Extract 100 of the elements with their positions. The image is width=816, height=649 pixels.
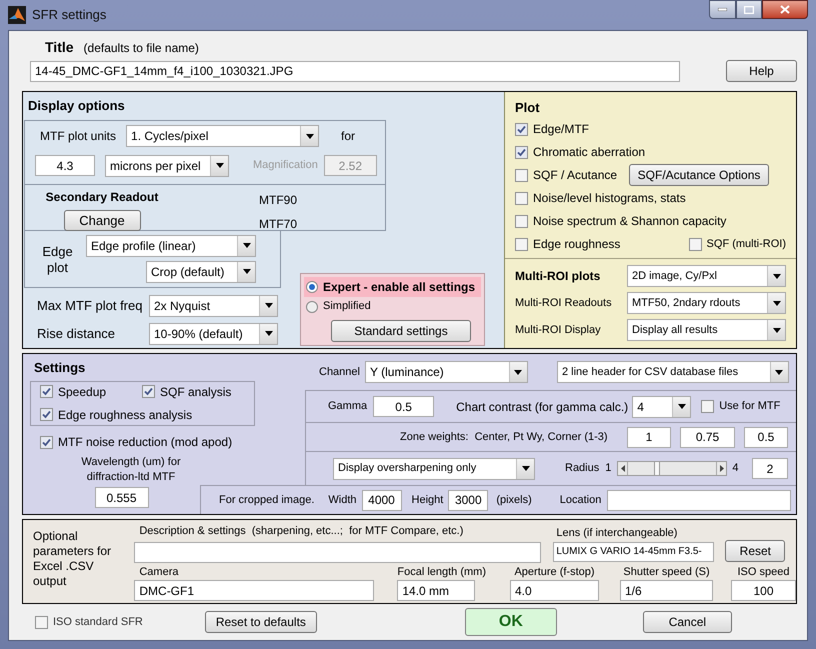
change-button[interactable]: Change [64, 210, 140, 231]
checkbox[interactable] [40, 385, 53, 398]
field-label: Gamma [328, 399, 368, 414]
dropdown[interactable]: 2D image, Cy/Pxl [627, 265, 786, 287]
lens-field[interactable]: LUMIX G VARIO 14-45mm F3.5- [553, 542, 714, 562]
checkbox[interactable] [40, 436, 53, 448]
caret-icon [216, 163, 224, 168]
text-field[interactable]: 100 [731, 580, 796, 601]
dropdown[interactable]: Edge profile (linear) [86, 234, 256, 256]
caret-icon [522, 466, 530, 471]
help-button[interactable]: Help [726, 60, 797, 82]
checkbox-label: SQF / Acutance [533, 167, 618, 184]
dropdown[interactable]: MTF50, 2ndary rdouts [627, 292, 786, 314]
check-icon [144, 387, 153, 396]
field-label: Focal length (mm) [397, 564, 486, 580]
optional-label: Optional parameters for Excel .CSV output [33, 529, 112, 590]
caret-icon [264, 303, 272, 308]
reset-defaults-button[interactable]: Reset to defaults [204, 611, 317, 633]
sqf-options-button[interactable]: SQF/Acutance Options [629, 164, 770, 186]
caret-icon [772, 328, 780, 332]
text-field[interactable]: DMC-GF1 [134, 580, 374, 601]
caret-icon [306, 134, 314, 138]
cancel-button[interactable]: Cancel [642, 611, 732, 633]
radius-field[interactable]: 2 [752, 458, 788, 479]
dropdown[interactable]: Display all results [627, 319, 786, 341]
pixel-size-field[interactable]: 4.3 [35, 155, 95, 176]
wavelength-label: Wavelength (um) for diffraction-ltd MTF [80, 455, 182, 485]
close-button[interactable] [762, 0, 808, 19]
checkbox[interactable] [35, 616, 48, 628]
wavelength-field[interactable]: 0.555 [94, 487, 148, 508]
field-label: ISO speed [736, 564, 790, 580]
dropdown[interactable]: Y (luminance) [364, 361, 528, 383]
zone-weight-field[interactable]: 0.75 [680, 426, 735, 448]
window-title: SFR settings [32, 6, 106, 24]
crop-height-field[interactable]: 3000 [448, 490, 488, 510]
minimize-button[interactable] [709, 0, 736, 19]
ok-button[interactable]: OK [464, 608, 557, 636]
dropdown[interactable]: Crop (default) [146, 260, 256, 282]
crop-width-field[interactable]: 4000 [362, 490, 402, 510]
checkbox[interactable] [701, 400, 714, 413]
radio-button[interactable] [306, 300, 318, 312]
slider-max-label: 4 [732, 461, 738, 476]
title-hint: (defaults to file name) [84, 40, 199, 57]
dropdown[interactable]: 2x Nyquist [149, 294, 278, 316]
close-icon [780, 5, 790, 14]
standard-settings-button[interactable]: Standard settings [331, 320, 471, 342]
check-icon [517, 124, 526, 134]
checkbox[interactable] [515, 238, 528, 250]
maximize-button[interactable] [736, 0, 762, 19]
field-label: for [341, 128, 356, 145]
field-label: Max MTF plot freq [37, 296, 144, 315]
gamma-field[interactable]: 0.5 [373, 396, 434, 417]
checkbox[interactable] [515, 146, 528, 158]
checkbox[interactable] [688, 238, 702, 250]
zone-weight-field[interactable]: 1 [627, 426, 671, 448]
checkbox-label: Chromatic aberration [533, 144, 646, 161]
check-icon [517, 148, 526, 156]
reset-button[interactable]: Reset [725, 540, 786, 562]
section-heading: Display options [28, 97, 126, 115]
checkbox[interactable] [515, 214, 528, 228]
text-field[interactable]: 1/6 [620, 580, 713, 601]
dropdown[interactable]: Display oversharpening only [333, 458, 535, 480]
section-heading: Plot [515, 99, 541, 117]
text-field[interactable]: 4.0 [510, 580, 599, 601]
readout-value: MTF70 [259, 216, 298, 232]
slider-min-label: 1 [605, 461, 612, 476]
caret-icon [678, 404, 686, 409]
left-arrow-icon [620, 465, 625, 472]
checkbox-label: Noise spectrum & Shannon capacity [533, 213, 726, 230]
checkbox-label: SQF (multi-ROI) [706, 236, 786, 252]
field-label: Channel [319, 364, 360, 380]
field-label: MTF plot units [40, 128, 116, 145]
description-field[interactable] [134, 542, 542, 562]
radio-button[interactable] [306, 280, 318, 292]
slider-thumb[interactable] [654, 462, 660, 475]
checkbox[interactable] [515, 122, 528, 136]
dropdown[interactable]: 2 line header for CSV database files [556, 361, 789, 383]
dropdown[interactable]: 1. Cycles/pixel [126, 125, 320, 147]
radius-slider[interactable] [617, 461, 728, 476]
checkbox[interactable] [142, 385, 155, 398]
field-label: For cropped image. [219, 492, 314, 508]
checkbox-label: MTF noise reduction (mod apod) [58, 434, 232, 451]
caret-icon [242, 243, 250, 248]
field-label: Camera [139, 564, 180, 580]
caret-icon [242, 269, 250, 274]
dropdown[interactable]: 4 [632, 396, 692, 418]
checkbox[interactable] [40, 408, 53, 422]
field-label: Lens (if interchangeable) [556, 526, 678, 541]
zone-weight-field[interactable]: 0.5 [744, 426, 788, 448]
dropdown[interactable]: microns per pixel [105, 154, 229, 176]
text-field[interactable]: 14.0 mm [397, 580, 476, 601]
location-field[interactable] [607, 490, 792, 510]
checkbox[interactable] [515, 192, 528, 204]
maximize-icon [744, 6, 754, 14]
title-field[interactable]: 14-45_DMC-GF1_14mm_f4_i100_1030321.JPG [30, 60, 680, 82]
checkbox[interactable] [515, 168, 528, 182]
checkbox-label: SQF analysis [160, 384, 232, 401]
field-label: Multi-ROI Display [515, 322, 602, 338]
dropdown[interactable]: 10-90% (default) [149, 322, 278, 344]
right-arrow-icon [720, 465, 724, 472]
